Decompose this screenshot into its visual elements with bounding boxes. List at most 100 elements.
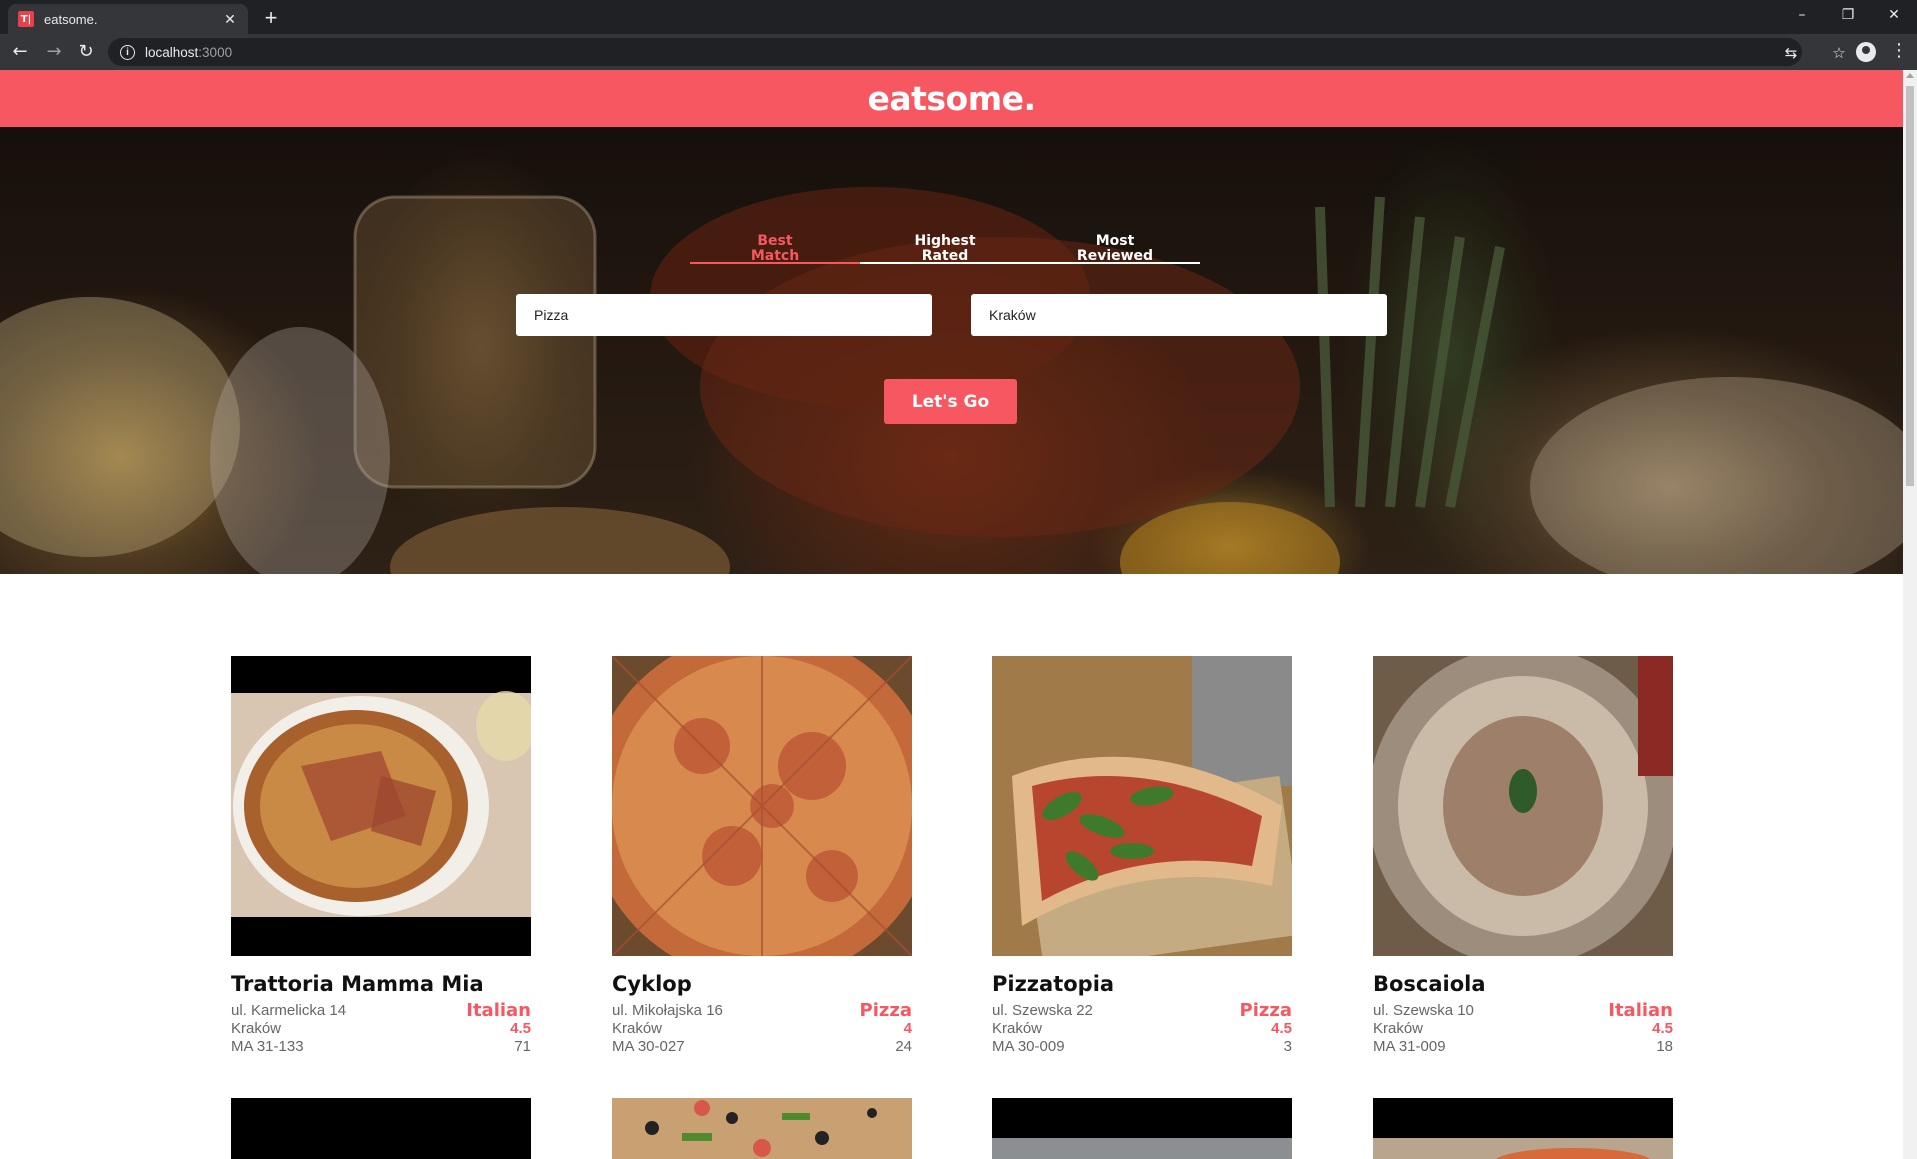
browser-tabstrip: T| eatsome. ✕ + – ❐ ✕ [0, 0, 1917, 34]
url-host: localhost [145, 44, 199, 60]
address-city: Kraków [1373, 1020, 1424, 1037]
pizza-photo-image [612, 1098, 912, 1159]
window-controls: – ❐ ✕ [1779, 0, 1917, 34]
business-category: Pizza [1239, 1000, 1292, 1021]
business-photo[interactable] [1373, 1098, 1673, 1159]
address-street: ul. Szewska 22 [992, 1002, 1093, 1019]
search-term-input[interactable] [516, 294, 932, 336]
translate-icon[interactable]: ⇆ [1782, 44, 1800, 62]
address-state-zip: MA 30-009 [992, 1038, 1065, 1055]
address-city: Kraków [612, 1020, 663, 1037]
new-tab-button[interactable]: + [258, 6, 284, 32]
business-photo[interactable] [1373, 656, 1673, 956]
sort-tab-highest-rated[interactable]: Highest Rated [860, 234, 1030, 264]
business-rating: 4.5 [510, 1020, 531, 1037]
photo-image [992, 1098, 1292, 1159]
business-address: ul. Szewska 10 Kraków MA 31-009 [1373, 1002, 1474, 1056]
business-info: ul. Karmelicka 14 Kraków MA 31-133 Itali… [231, 1002, 531, 1056]
business-name: Pizzatopia [992, 972, 1115, 996]
business-category: Pizza [859, 1000, 912, 1021]
sort-tab-label: Reviewed [1076, 248, 1154, 264]
business-card[interactable]: Trattoria Mamma Mia ul. Karmelicka 14 Kr… [231, 656, 531, 1056]
back-arrow-icon[interactable]: ← [8, 40, 32, 64]
page-viewport: eatsome. Best Match Highest Rated Most R… [0, 70, 1903, 1159]
profile-avatar-icon[interactable] [1856, 42, 1876, 62]
photo-placeholder [231, 1098, 531, 1159]
sort-tab-label: Best [757, 233, 793, 249]
business-name: Boscaiola [1373, 972, 1486, 996]
sort-tab-label: Rated [921, 248, 969, 264]
forward-arrow-icon[interactable]: → [42, 40, 66, 64]
business-review-count: 3 [1283, 1038, 1292, 1055]
business-address: ul. Karmelicka 14 Kraków MA 31-133 [231, 1002, 346, 1056]
scroll-up-icon[interactable] [1906, 73, 1914, 78]
sort-tab-most-reviewed[interactable]: Most Reviewed [1030, 234, 1200, 264]
photo-image [1373, 1098, 1673, 1159]
business-card[interactable]: Cyklop ul. Mikołajska 16 Kraków MA 30-02… [612, 656, 912, 1056]
business-info: ul. Szewska 10 Kraków MA 31-009 Italian … [1373, 1002, 1673, 1056]
pizza-photo-image [612, 656, 912, 956]
business-photo[interactable] [992, 1098, 1292, 1159]
business-photo[interactable] [231, 1098, 531, 1159]
close-window-button[interactable]: ✕ [1871, 0, 1917, 30]
business-photo[interactable] [231, 656, 531, 956]
business-review-count: 18 [1656, 1038, 1673, 1055]
search-location-input[interactable] [971, 294, 1387, 336]
browser-toolbar: ← → ↻ i localhost:3000 ⇆ ☆ ⋮ [0, 34, 1917, 70]
business-review-count: 24 [895, 1038, 912, 1055]
minimize-button[interactable]: – [1779, 0, 1825, 30]
business-photo[interactable] [612, 1098, 912, 1159]
business-category: Italian [1608, 1000, 1673, 1021]
address-city: Kraków [231, 1020, 282, 1037]
business-info: ul. Szewska 22 Kraków MA 30-009 Pizza 4.… [992, 1002, 1292, 1056]
business-review-count: 71 [514, 1038, 531, 1055]
business-meta: Italian 4.5 18 [1608, 1002, 1673, 1056]
sort-options: Best Match Highest Rated Most Reviewed [690, 234, 1200, 264]
bookmark-star-icon[interactable]: ☆ [1830, 44, 1848, 62]
business-card[interactable]: Boscaiola ul. Szewska 10 Kraków MA 31-00… [1373, 656, 1673, 1056]
sort-tab-best-match[interactable]: Best Match [690, 234, 860, 264]
address-state-zip: MA 30-027 [612, 1038, 685, 1055]
search-hero: Best Match Highest Rated Most Reviewed L… [0, 127, 1903, 574]
business-address: ul. Mikołajska 16 Kraków MA 30-027 [612, 1002, 723, 1056]
reload-icon[interactable]: ↻ [74, 40, 98, 64]
address-state-zip: MA 31-133 [231, 1038, 304, 1055]
business-photo[interactable] [992, 656, 1292, 956]
site-header: eatsome. [0, 70, 1903, 127]
address-state-zip: MA 31-009 [1373, 1038, 1446, 1055]
address-city: Kraków [992, 1020, 1043, 1037]
business-rating: 4 [903, 1020, 912, 1037]
sort-tab-label: Highest [914, 233, 976, 249]
favicon-icon: T| [18, 11, 34, 27]
brand-logo: eatsome. [867, 79, 1036, 118]
business-meta: Italian 4.5 71 [466, 1002, 531, 1056]
tab-close-icon[interactable]: ✕ [222, 11, 238, 28]
tab-title: eatsome. [44, 11, 98, 27]
browser-tab[interactable]: T| eatsome. ✕ [8, 4, 248, 34]
scrollbar-thumb[interactable] [1906, 86, 1914, 486]
business-category: Italian [466, 1000, 531, 1021]
sort-tab-label: Most [1095, 233, 1135, 249]
lets-go-button[interactable]: Let's Go [884, 379, 1017, 424]
business-meta: Pizza 4.5 3 [1240, 1002, 1292, 1056]
address-street: ul. Karmelicka 14 [231, 1002, 347, 1019]
pizza-photo-image [231, 691, 531, 917]
address-street: ul. Mikołajska 16 [612, 1002, 723, 1019]
business-name: Trattoria Mamma Mia [231, 972, 484, 996]
business-info: ul. Mikołajska 16 Kraków MA 30-027 Pizza… [612, 1002, 912, 1056]
pizza-photo-image [992, 656, 1292, 956]
address-bar[interactable]: i localhost:3000 ⇆ ☆ [108, 38, 1846, 66]
business-photo[interactable] [612, 656, 912, 956]
hero-overlay [0, 127, 1903, 574]
business-rating: 4.5 [1652, 1020, 1673, 1037]
sort-tab-label: Match [750, 248, 800, 264]
business-meta: Pizza 4 24 [860, 1002, 912, 1056]
url-port: :3000 [198, 44, 233, 60]
info-icon[interactable]: i [120, 44, 135, 60]
business-card[interactable]: Pizzatopia ul. Szewska 22 Kraków MA 30-0… [992, 656, 1292, 1056]
page-scrollbar[interactable] [1903, 70, 1917, 1159]
restore-button[interactable]: ❐ [1825, 0, 1871, 30]
dessert-photo-image [1373, 656, 1673, 956]
business-name: Cyklop [612, 972, 692, 996]
menu-dots-icon[interactable]: ⋮ [1890, 40, 1908, 61]
